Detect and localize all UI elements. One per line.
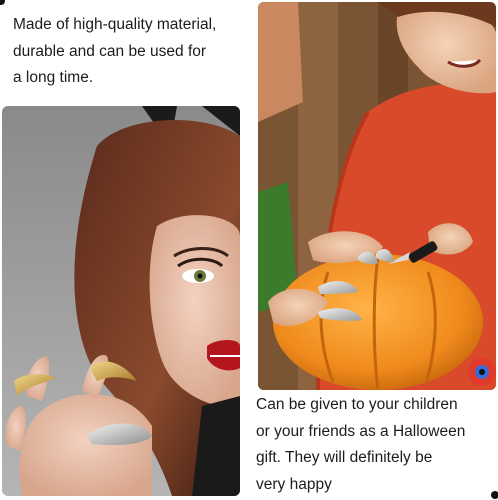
- caption-line: or your friends as a Halloween: [256, 422, 466, 440]
- top-left-caption: Made of high-quality material, durable a…: [13, 12, 216, 92]
- caption-line: very happy: [256, 475, 332, 493]
- bullet-dot-top-left: [0, 0, 5, 5]
- woman-illustration: [5, 106, 240, 496]
- woman-claw-rings-photo: [2, 106, 240, 496]
- bullet-dot-bottom-right: [491, 491, 498, 499]
- bottom-right-caption: Can be given to your children or your fr…: [256, 392, 465, 498]
- pumpkin-carving-photo: [258, 2, 496, 390]
- caption-line: a long time.: [13, 69, 94, 86]
- caption-line: Can be given to your children: [256, 396, 458, 413]
- caption-line: durable and can be used for: [13, 42, 207, 60]
- caption-line: Made of high-quality material,: [13, 16, 217, 33]
- pumpkin-illustration: [258, 2, 496, 390]
- caption-line: gift. They will definitely be: [256, 449, 433, 466]
